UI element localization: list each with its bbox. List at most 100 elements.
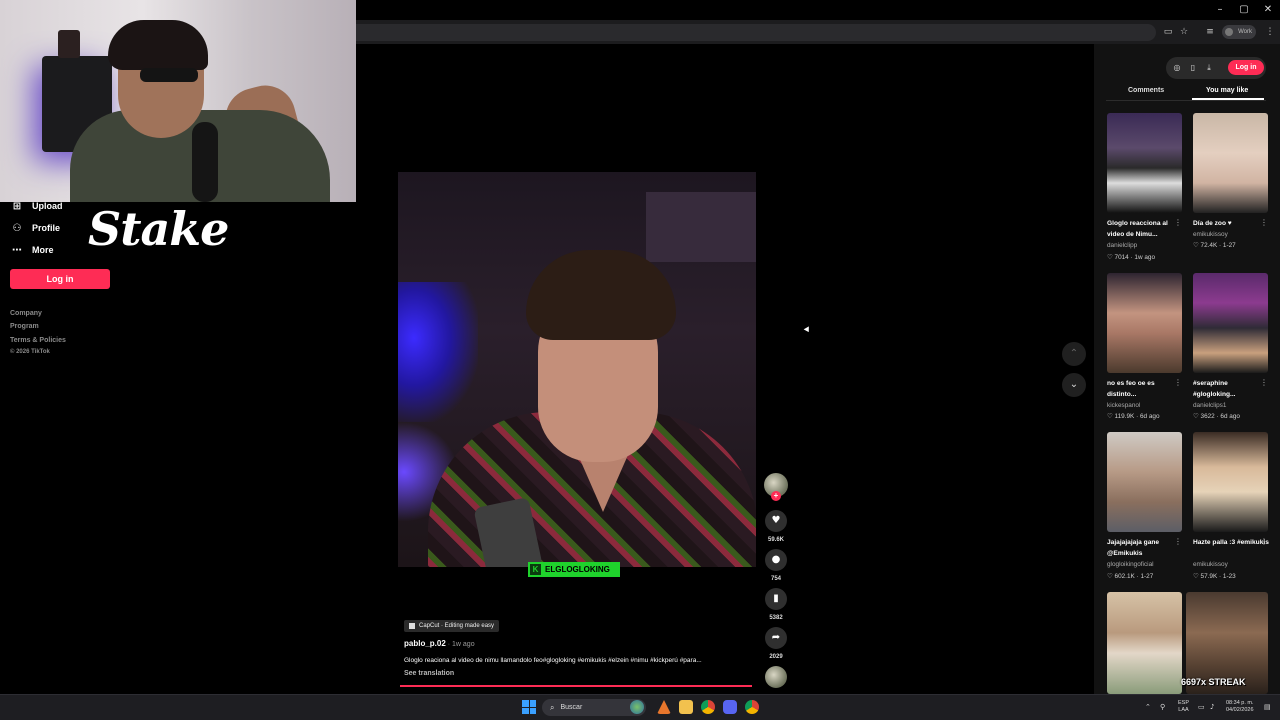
tray-chevron-icon[interactable]: ⌃ (1145, 703, 1151, 711)
device-icon[interactable]: ▯ (1188, 63, 1198, 73)
recommendation-thumbnail[interactable] (1193, 273, 1268, 373)
clock-time: 08:34 p. m. (1226, 700, 1254, 706)
notification-icon[interactable]: ▤ (1264, 703, 1271, 711)
share-count: 2029 (769, 654, 783, 660)
recommendation-thumbnail[interactable] (1107, 113, 1182, 213)
tab-divider (1106, 100, 1266, 101)
recommendation-stats: ♡ 57.9K · 1-23 (1193, 573, 1236, 580)
capcut-label: CapCut · Editing made easy (419, 623, 495, 629)
recommendation-stats: ♡ 7014 · 1w ago (1107, 254, 1156, 261)
video-caption: Gloglo reaciona al video de nimu llamand… (404, 657, 702, 664)
save-count: 5382 (769, 615, 783, 621)
recommendation-user[interactable]: danielclips1 (1193, 402, 1271, 409)
language-indicator[interactable]: ESP LAA (1178, 700, 1189, 714)
download-icon[interactable]: ⤓ (1204, 63, 1214, 73)
more-options-icon[interactable]: ⋮ (1260, 218, 1268, 227)
channel-watermark: K ELGLOGLOKING (528, 562, 620, 577)
heart-icon: ♥ (771, 515, 781, 526)
webcam-overlay (0, 0, 356, 202)
recommendation-user[interactable]: glogloikingoficial (1107, 561, 1185, 568)
recommendation-user[interactable]: emikukissoy (1193, 231, 1271, 238)
recommendation-user[interactable]: kickespanol (1107, 402, 1185, 409)
minimize-button[interactable]: – (1208, 3, 1232, 17)
chrome-icon[interactable] (701, 700, 715, 714)
tab-comments[interactable]: Comments (1128, 87, 1164, 94)
browser-titlebar (356, 0, 1280, 20)
search-icon: ⌕ (550, 702, 555, 712)
recommendation-user[interactable]: danielclipp (1107, 242, 1185, 249)
display-icon[interactable]: ▭ (1198, 703, 1205, 711)
recommendation-thumbnail[interactable] (1107, 592, 1182, 694)
login-button[interactable]: Log in (10, 269, 110, 289)
close-window-button[interactable]: ✕ (1256, 3, 1280, 17)
recommendation-thumbnail[interactable] (1107, 432, 1182, 532)
compass-icon[interactable]: ◎ (1172, 63, 1182, 73)
comment-button[interactable]: ● (765, 549, 787, 571)
kick-icon: K (530, 564, 541, 575)
sidebar-item-profile[interactable]: ⚇ Profile (10, 219, 61, 237)
music-disc[interactable] (765, 666, 787, 688)
footer-link-company[interactable]: Company (10, 310, 42, 317)
follow-button[interactable]: + (771, 491, 781, 501)
heart-outline-icon: ♡ (1107, 413, 1113, 420)
next-video-button[interactable]: ⌄ (1062, 373, 1086, 397)
recommendation-user[interactable]: emikukissoy (1193, 561, 1271, 568)
footer-link-program[interactable]: Program (10, 323, 39, 330)
recommendation-thumbnail[interactable] (1107, 273, 1182, 373)
sidebar-item-label: Profile (32, 223, 61, 233)
post-age: 6d ago (1220, 413, 1240, 420)
like-count: 3622 (1200, 413, 1215, 420)
cast-icon[interactable]: ▭ (1160, 26, 1176, 38)
profile-button[interactable]: Work (1222, 25, 1256, 39)
post-age: 6d ago (1139, 413, 1160, 420)
chevron-up-icon: ⌃ (1069, 348, 1079, 359)
address-bar[interactable] (356, 24, 1156, 41)
sidebar-item-more[interactable]: ⋯ More (10, 241, 54, 259)
sidebar-item-upload[interactable]: ⊞ Upload (10, 197, 63, 215)
heart-outline-icon: ♡ (1107, 573, 1113, 580)
recommendation-thumbnail[interactable] (1193, 432, 1268, 532)
capcut-badge[interactable]: CapCut · Editing made easy (404, 620, 500, 632)
like-count: 602.1K (1114, 573, 1135, 580)
streak-overlay-text: 6697x STREAK (1181, 677, 1246, 687)
recommendation-stats: ♡ 3622 · 6d ago (1193, 413, 1240, 420)
file-explorer-icon[interactable] (679, 700, 693, 714)
keyboard-layout: LAA (1178, 707, 1189, 713)
chrome-profile-icon[interactable] (745, 700, 759, 714)
previous-video-button[interactable]: ⌃ (1062, 342, 1086, 366)
star-icon[interactable]: ☆ (1176, 26, 1192, 38)
like-count: 57.9K (1200, 573, 1218, 580)
video-author[interactable]: pablo_p.02 · 1w ago (404, 639, 475, 648)
recommendation-thumbnail[interactable] (1193, 113, 1268, 213)
tab-you-may-like[interactable]: You may like (1206, 87, 1248, 94)
share-button[interactable]: ➦ (765, 627, 787, 649)
like-button[interactable]: ♥ (765, 510, 787, 532)
start-button[interactable] (522, 700, 536, 714)
volume-icon[interactable]: ♪ (1210, 703, 1214, 711)
playlist-icon[interactable]: ≡ (1202, 26, 1218, 38)
browser-menu-icon[interactable]: ⋮ (1262, 26, 1278, 38)
more-options-icon[interactable]: ⋮ (1174, 218, 1182, 227)
stake-logo: Stake (88, 202, 229, 256)
discord-icon[interactable] (723, 700, 737, 714)
like-count: 119.9K (1114, 413, 1135, 420)
weather-icon[interactable] (630, 700, 644, 714)
video-player[interactable] (398, 172, 756, 567)
video-progress-bar[interactable] (400, 685, 752, 687)
footer-link-terms[interactable]: Terms & Policies (10, 337, 66, 344)
network-icon[interactable]: ⚲ (1160, 703, 1165, 711)
see-translation-link[interactable]: See translation (404, 670, 454, 677)
maximize-button[interactable]: ▢ (1232, 3, 1256, 17)
post-age: 1-27 (1140, 573, 1154, 580)
profile-avatar (1225, 28, 1233, 36)
more-options-icon[interactable]: ⋮ (1174, 378, 1182, 387)
panel-login-button[interactable]: Log in (1228, 60, 1264, 75)
system-clock[interactable]: 08:34 p. m. 04/02/2026 (1226, 700, 1254, 714)
save-button[interactable]: ▮ (765, 588, 787, 610)
more-options-icon[interactable]: ⋮ (1174, 537, 1182, 546)
like-count: 72.4K (1200, 242, 1218, 249)
watermark-text: ELGLOGLOKING (545, 565, 610, 574)
more-options-icon[interactable]: ⋮ (1260, 537, 1268, 546)
more-options-icon[interactable]: ⋮ (1260, 378, 1268, 387)
capcut-icon (409, 623, 415, 629)
